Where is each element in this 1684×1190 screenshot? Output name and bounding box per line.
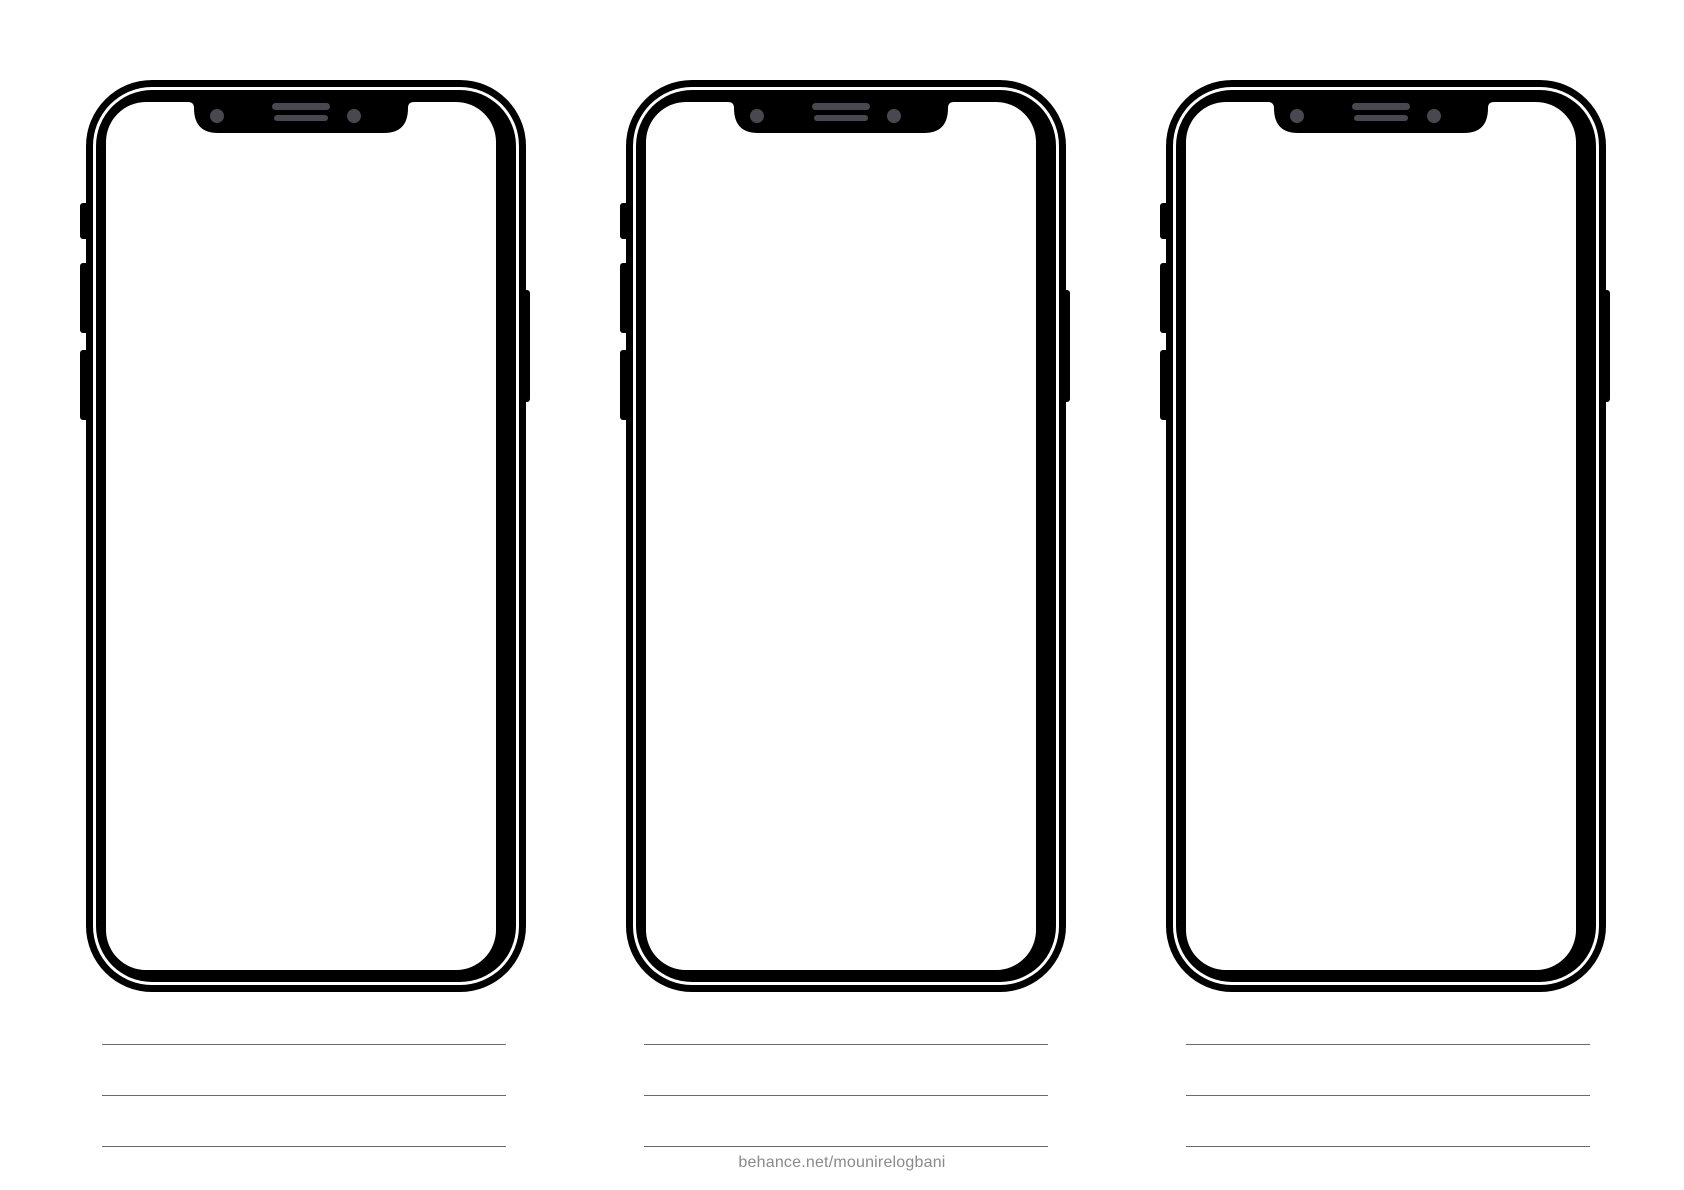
phone-screen: [1186, 102, 1576, 970]
note-line: [1186, 1095, 1590, 1096]
phone-screen: [106, 102, 496, 970]
smartphone-frame-icon: [1160, 80, 1610, 992]
note-line: [102, 1044, 506, 1045]
speaker-grille: [272, 103, 330, 110]
proximity-sensor: [1354, 115, 1408, 121]
front-camera-icon: [210, 109, 224, 123]
smartphone-frame-icon: [80, 80, 530, 992]
face-sensor-icon: [1427, 109, 1441, 123]
phone-sketch-column-3: [1142, 0, 1682, 1190]
sketch-template-page: behance.net/mounirelogbani: [0, 0, 1684, 1190]
footer-credit-text: behance.net/mounirelogbani: [738, 1154, 946, 1171]
note-line: [1186, 1044, 1590, 1045]
note-line: [644, 1044, 1048, 1045]
face-sensor-icon: [347, 109, 361, 123]
front-camera-icon: [750, 109, 764, 123]
note-line: [644, 1146, 1048, 1147]
note-line: [102, 1146, 506, 1147]
face-sensor-icon: [887, 109, 901, 123]
smartphone-frame-icon: [620, 80, 1070, 992]
front-camera-icon: [1290, 109, 1304, 123]
phone-sketch-column-1: [62, 0, 602, 1190]
proximity-sensor: [814, 115, 868, 121]
phone-sketch-column-2: [602, 0, 1142, 1190]
note-line: [102, 1095, 506, 1096]
note-line: [644, 1095, 1048, 1096]
note-line: [1186, 1146, 1590, 1147]
proximity-sensor: [274, 115, 328, 121]
phone-screen: [646, 102, 1036, 970]
speaker-grille: [1352, 103, 1410, 110]
speaker-grille: [812, 103, 870, 110]
